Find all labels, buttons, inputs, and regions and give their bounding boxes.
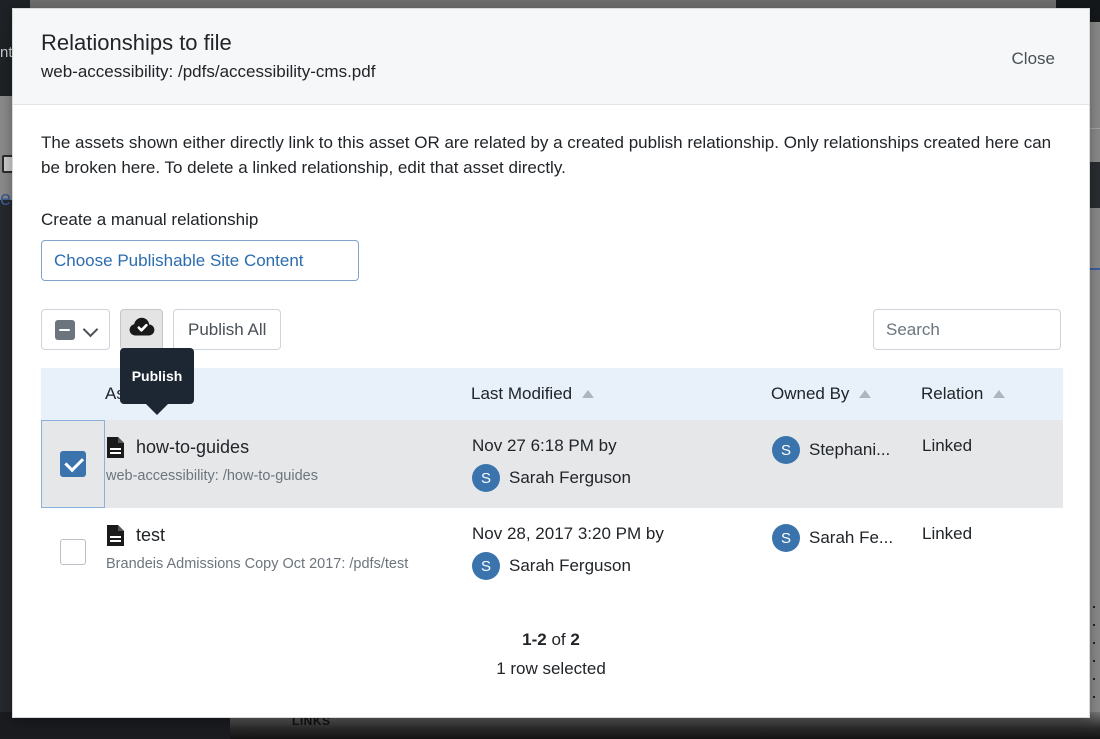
asset-title-line: how-to-guides (106, 436, 470, 459)
page-root: nte eb LINKS Relationships to file web-a… (0, 0, 1100, 739)
asset-name[interactable]: how-to-guides (136, 437, 249, 458)
table-row[interactable]: test Brandeis Admissions Copy Oct 2017: … (41, 508, 1063, 596)
chevron-down-icon (84, 323, 97, 336)
publish-all-button[interactable]: Publish All (173, 309, 282, 351)
description-text: The assets shown either directly link to… (41, 133, 1052, 177)
selection-summary: 1 row selected (496, 659, 606, 679)
search-input[interactable] (873, 309, 1061, 351)
page-title: Relationships to file (41, 30, 232, 55)
pagination-of: of (546, 630, 571, 650)
row-select-wrapper (41, 420, 105, 509)
row-asset-cell: test Brandeis Admissions Copy Oct 2017: … (105, 508, 471, 596)
row-last-modified-cell: Nov 28, 2017 3:20 PM by S Sarah Ferguson (471, 508, 771, 596)
relationships-table: Asset Last Modified Ow (41, 368, 1063, 596)
avatar: S (472, 464, 500, 493)
cloud-check-icon (129, 317, 155, 342)
column-label-last-modified: Last Modified (471, 384, 573, 404)
table-body: how-to-guides web-accessibility: /how-to… (41, 420, 1063, 596)
row-asset-cell: how-to-guides web-accessibility: /how-to… (105, 420, 471, 509)
publish-tooltip-label: Publish (131, 368, 183, 384)
background-left-rail (0, 200, 12, 739)
row-select-cell (41, 508, 105, 596)
pagination-total: 2 (570, 630, 580, 650)
indeterminate-checkbox-icon (54, 319, 75, 340)
select-all-dropdown-button[interactable] (41, 309, 110, 351)
document-icon (106, 436, 125, 459)
pagination-summary: 1-2 of 2 (41, 630, 1061, 650)
last-modified-user-name: Sarah Ferguson (509, 468, 631, 488)
column-label-relation: Relation (921, 384, 984, 404)
owner-line: S Stephani... (772, 436, 920, 465)
last-modified-date: Nov 28, 2017 3:20 PM by (472, 524, 664, 544)
avatar: S (772, 524, 800, 553)
asset-name[interactable]: test (136, 525, 165, 546)
relation-value: Linked (922, 524, 973, 544)
row-last-modified-cell: Nov 27 6:18 PM by S Sarah Ferguson (471, 420, 771, 509)
close-button[interactable]: Close (1006, 29, 1061, 70)
column-label-owned-by: Owned By (771, 384, 850, 404)
owner-name: Stephani... (809, 440, 891, 460)
row-checkbox[interactable] (60, 539, 86, 566)
publish-button[interactable] (120, 309, 163, 351)
modal-header-titles: Relationships to file web-accessibility:… (41, 29, 375, 83)
sort-asc-icon-relation[interactable] (993, 390, 1006, 399)
asset-path: web-accessibility: /how-to-guides (106, 468, 318, 485)
last-modified-user-name: Sarah Ferguson (509, 556, 631, 576)
table-row[interactable]: how-to-guides web-accessibility: /how-to… (41, 420, 1063, 509)
row-relation-cell: Linked (921, 508, 1063, 596)
last-modified-user: S Sarah Ferguson (472, 464, 770, 493)
row-select-cell (41, 420, 105, 509)
avatar: S (772, 436, 800, 465)
table-header-row: Asset Last Modified Ow (41, 368, 1063, 421)
asset-path: Brandeis Admissions Copy Oct 2017: /pdfs… (106, 556, 409, 573)
modal-body: The assets shown either directly link to… (13, 105, 1089, 717)
row-owned-by-cell: S Stephani... (771, 420, 921, 509)
modal-subtitle: web-accessibility: /pdfs/accessibility-c… (41, 61, 376, 81)
publish-tooltip: Publish (120, 348, 194, 415)
column-header-relation[interactable]: Relation (921, 368, 1063, 421)
modal-header: Relationships to file web-accessibility:… (13, 9, 1089, 105)
sort-asc-icon-last-modified[interactable] (582, 390, 595, 399)
row-checkbox[interactable] (60, 451, 86, 478)
last-modified-user: S Sarah Ferguson (472, 552, 770, 581)
relationships-modal: Relationships to file web-accessibility:… (12, 8, 1090, 718)
row-select-wrapper (41, 508, 105, 596)
pagination-range: 1-2 (522, 630, 547, 650)
column-header-last-modified[interactable]: Last Modified (471, 368, 771, 421)
table-toolbar: Publish All (41, 309, 1061, 351)
relation-value: Linked (922, 436, 973, 456)
last-modified-date: Nov 27 6:18 PM by (472, 436, 617, 456)
document-icon (106, 524, 125, 547)
asset-title-line: test (106, 524, 470, 547)
row-owned-by-cell: S Sarah Fe... (771, 508, 921, 596)
choose-site-content-value: Choose Publishable Site Content (54, 250, 304, 270)
choose-site-content-select[interactable]: Choose Publishable Site Content (41, 240, 359, 282)
owner-name: Sarah Fe... (809, 528, 894, 548)
owner-line: S Sarah Fe... (772, 524, 920, 553)
column-header-owned-by[interactable]: Owned By (771, 368, 921, 421)
manual-relationship-label: Create a manual relationship (41, 210, 259, 230)
avatar: S (472, 552, 500, 581)
table-header: Asset Last Modified Ow (41, 368, 1063, 421)
row-relation-cell: Linked (921, 420, 1063, 509)
publish-all-label: Publish All (188, 319, 267, 339)
sort-asc-icon-owned-by[interactable] (859, 390, 872, 399)
header-select-column (41, 368, 105, 421)
